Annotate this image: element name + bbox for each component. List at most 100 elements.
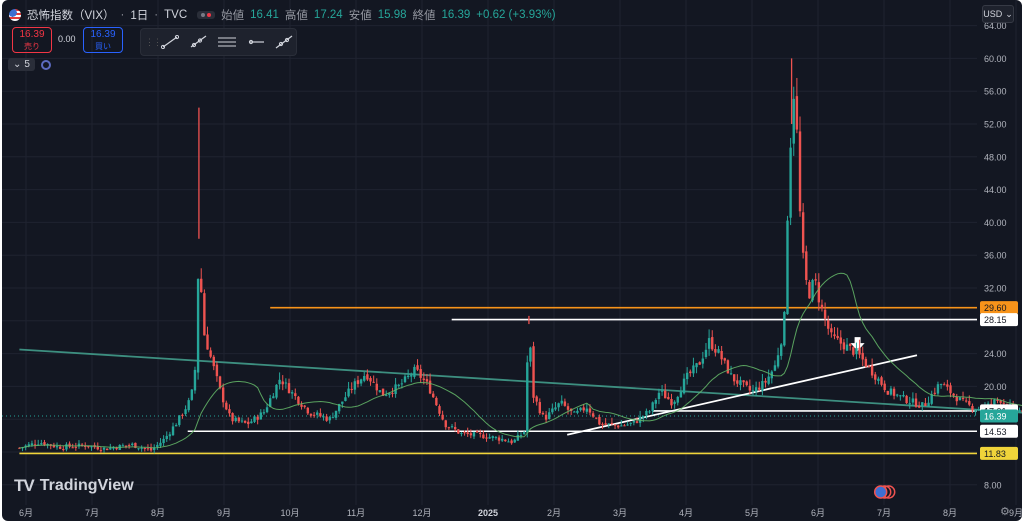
- candle-body: [165, 435, 168, 440]
- candle-body: [773, 365, 777, 371]
- candle-body: [391, 392, 394, 394]
- candle-body: [331, 417, 335, 419]
- moving-average-line: [19, 272, 1022, 449]
- candle-body: [1002, 402, 1005, 404]
- tradingview-mark-icon: TV: [14, 476, 35, 495]
- candle-body: [961, 397, 965, 400]
- y-tick-label: 20.00: [984, 382, 1007, 392]
- candle-body: [363, 375, 366, 381]
- y-tick-label: 24.00: [984, 349, 1007, 359]
- buy-price: 16.39: [90, 29, 116, 40]
- candle-body: [303, 405, 306, 407]
- candle-body: [798, 131, 802, 212]
- candle-body: [262, 412, 266, 414]
- sell-button[interactable]: 16.39 売り: [12, 27, 52, 53]
- candle-body: [322, 416, 325, 418]
- candle-body: [344, 397, 347, 401]
- trend-line[interactable]: [19, 348, 1022, 415]
- buy-button[interactable]: 16.39 買い: [83, 27, 123, 53]
- candle-body: [654, 400, 658, 404]
- candle-body: [475, 431, 479, 433]
- gear-icon[interactable]: ⚙: [1000, 505, 1010, 518]
- candle-body: [416, 365, 419, 370]
- candle-body: [190, 389, 194, 400]
- candle-body: [74, 446, 78, 448]
- candle-body: [438, 406, 441, 414]
- candle-body: [864, 358, 868, 367]
- candle-body: [993, 399, 996, 405]
- tradingview-logo[interactable]: TV TradingView: [14, 476, 134, 496]
- price-chart[interactable]: 8.0012.0016.0020.0024.0028.0032.0036.004…: [2, 0, 1022, 521]
- candle-body: [613, 424, 617, 426]
- candle-body: [105, 448, 109, 451]
- candle-body: [573, 411, 576, 413]
- candle-body: [488, 437, 491, 439]
- candle-body: [883, 383, 886, 391]
- candle-body: [632, 420, 636, 423]
- candle-body: [786, 220, 789, 315]
- buy-label: 買い: [95, 42, 111, 51]
- candle-body: [425, 379, 429, 382]
- candle-body: [714, 349, 717, 353]
- candle-body: [174, 425, 178, 427]
- candle-body: [102, 447, 106, 450]
- candle-body: [748, 385, 752, 391]
- indicator-settings-icon[interactable]: [40, 59, 51, 70]
- candle-body: [397, 384, 400, 386]
- legend-separator-2: ·: [154, 9, 159, 21]
- candle-body: [855, 348, 858, 355]
- candle-body: [137, 448, 140, 450]
- symbol-legend[interactable]: 恐怖指数（VIX） · 1日 · TVC 始値 16.41 高値 17.24 安値 1…: [9, 6, 556, 24]
- ray-icon[interactable]: [189, 35, 207, 49]
- symbol-source: TVC: [164, 9, 188, 21]
- y-tick-label: 60.00: [984, 54, 1007, 64]
- horizontal-ray-icon[interactable]: [247, 35, 265, 49]
- x-tick-label: 12月: [412, 508, 431, 518]
- candle-body: [698, 362, 701, 365]
- chevron-down-icon: ⌄: [1005, 8, 1013, 19]
- candle-body: [692, 365, 695, 374]
- drag-handle-icon[interactable]: ⋮⋮: [145, 37, 162, 48]
- candle-body: [259, 412, 262, 420]
- candle-body: [544, 414, 548, 420]
- candle-body: [707, 338, 711, 349]
- candle-body: [124, 445, 128, 447]
- horizontal-lines-icon[interactable]: [217, 35, 237, 49]
- candle-body: [272, 396, 275, 399]
- market-status-icon[interactable]: [197, 11, 216, 19]
- candle-body: [196, 279, 200, 373]
- candle-body: [852, 347, 855, 355]
- candle-body: [886, 391, 889, 395]
- candle-body: [281, 381, 284, 385]
- currency-dropdown[interactable]: USD ⌄: [982, 5, 1014, 23]
- candle-body: [247, 421, 250, 425]
- candle-body: [642, 416, 645, 418]
- candle-body: [450, 426, 454, 428]
- candle-body: [896, 394, 899, 396]
- candle-body: [159, 442, 162, 446]
- candle-body: [726, 360, 730, 374]
- candle-body: [419, 369, 422, 378]
- candle-body: [413, 366, 416, 377]
- candle-body: [428, 380, 432, 394]
- candle-body: [372, 381, 375, 383]
- indicators-toggle[interactable]: ⌄ 5: [8, 58, 35, 71]
- candle-body: [927, 402, 930, 407]
- us-event-flag-icon[interactable]: [873, 485, 888, 499]
- us-flag-icon: [9, 9, 21, 21]
- trend-line-icon[interactable]: [161, 35, 179, 49]
- candle-body: [955, 396, 958, 402]
- candle-body: [469, 433, 473, 436]
- candle-body: [538, 402, 542, 414]
- candle-body: [109, 447, 112, 450]
- candle-body: [582, 407, 585, 411]
- candle-body: [808, 282, 811, 299]
- extended-line-icon[interactable]: [275, 35, 293, 49]
- candle-body: [952, 393, 955, 396]
- candle-body: [55, 446, 59, 448]
- candle-body: [933, 392, 937, 394]
- candle-body: [645, 410, 648, 416]
- candle-body: [921, 402, 924, 407]
- chart-pane[interactable]: 8.0012.0016.0020.0024.0028.0032.0036.004…: [2, 0, 1022, 521]
- candle-body: [341, 401, 344, 404]
